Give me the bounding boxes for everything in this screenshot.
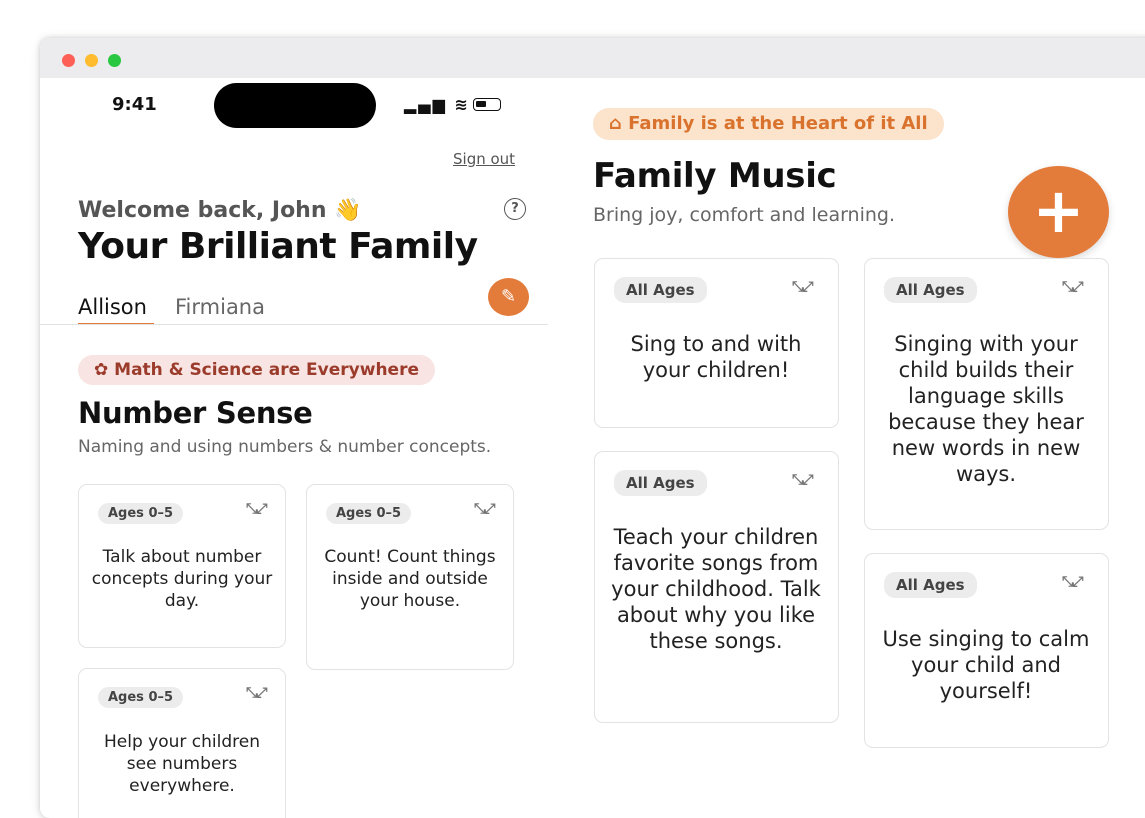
app-window: 9:41 ▂▄▆ ≋ Sign out Welcome back, John 👋…: [40, 38, 1145, 818]
activity-card[interactable]: All Ages ⤡⤢ Teach your children favorite…: [594, 451, 839, 723]
tab-firmiana[interactable]: Firmiana: [175, 295, 265, 319]
card-text: Use singing to calm your child and yours…: [882, 627, 1090, 703]
activity-card[interactable]: All Ages ⤡⤢ Singing with your child buil…: [864, 258, 1109, 530]
expand-icon[interactable]: ⤡⤢: [792, 472, 813, 488]
activity-card[interactable]: Ages 0–5 ⤡⤢ Talk about number concepts d…: [78, 484, 286, 648]
card-text: Sing to and with your children!: [630, 332, 802, 382]
activity-card[interactable]: All Ages ⤡⤢ Use singing to calm your chi…: [864, 553, 1109, 748]
help-icon[interactable]: ?: [504, 198, 526, 220]
card-text: Talk about number concepts during your d…: [91, 547, 273, 611]
expand-icon[interactable]: ⤡⤢: [1062, 279, 1083, 295]
age-badge: All Ages: [884, 277, 977, 303]
welcome-message: Welcome back, John 👋: [78, 198, 362, 223]
category-pill-math-science: ✿ Math & Science are Everywhere: [78, 355, 435, 385]
category-pill-family: ⌂ Family is at the Heart of it All: [593, 108, 944, 140]
tabs-divider: [40, 324, 548, 325]
page-title: Your Brilliant Family: [78, 226, 478, 267]
tab-allison[interactable]: Allison: [78, 295, 147, 319]
minimize-window-button[interactable]: [85, 54, 98, 67]
expand-icon[interactable]: ⤡⤢: [474, 501, 495, 517]
section-subtitle-number-sense: Naming and using numbers & number concep…: [78, 437, 492, 457]
close-window-button[interactable]: [62, 54, 75, 67]
age-badge: Ages 0–5: [98, 687, 184, 708]
dynamic-island: [214, 83, 376, 128]
age-badge: All Ages: [614, 470, 707, 496]
sign-out-link[interactable]: Sign out: [453, 150, 515, 168]
expand-icon[interactable]: ⤡⤢: [246, 685, 267, 701]
expand-icon[interactable]: ⤡⤢: [1062, 574, 1083, 590]
expand-icon[interactable]: ⤡⤢: [246, 501, 267, 517]
add-button[interactable]: +: [1008, 166, 1109, 258]
section-title-number-sense: Number Sense: [78, 396, 313, 430]
age-badge: Ages 0–5: [326, 503, 412, 524]
edit-button[interactable]: ✎: [488, 278, 529, 316]
card-text: Help your children see numbers everywher…: [104, 732, 260, 796]
age-badge: Ages 0–5: [98, 503, 184, 524]
maximize-window-button[interactable]: [108, 54, 121, 67]
section-subtitle-family-music: Bring joy, comfort and learning.: [593, 204, 896, 226]
card-text: Singing with your child builds their lan…: [888, 332, 1084, 486]
card-text: Teach your children favorite songs from …: [611, 525, 821, 653]
activity-card[interactable]: All Ages ⤡⤢ Sing to and with your childr…: [594, 258, 839, 428]
card-text: Count! Count things inside and outside y…: [324, 547, 496, 611]
age-badge: All Ages: [884, 572, 977, 598]
activity-card[interactable]: Ages 0–5 ⤡⤢ Help your children see numbe…: [78, 668, 286, 818]
status-time: 9:41: [112, 94, 157, 115]
signal-wifi-icon: ▂▄▆ ≋: [404, 95, 470, 114]
battery-icon: [473, 98, 501, 111]
window-titlebar: [40, 38, 1145, 78]
expand-icon[interactable]: ⤡⤢: [792, 279, 813, 295]
section-title-family-music: Family Music: [593, 156, 837, 196]
activity-card[interactable]: Ages 0–5 ⤡⤢ Count! Count things inside a…: [306, 484, 514, 670]
age-badge: All Ages: [614, 277, 707, 303]
